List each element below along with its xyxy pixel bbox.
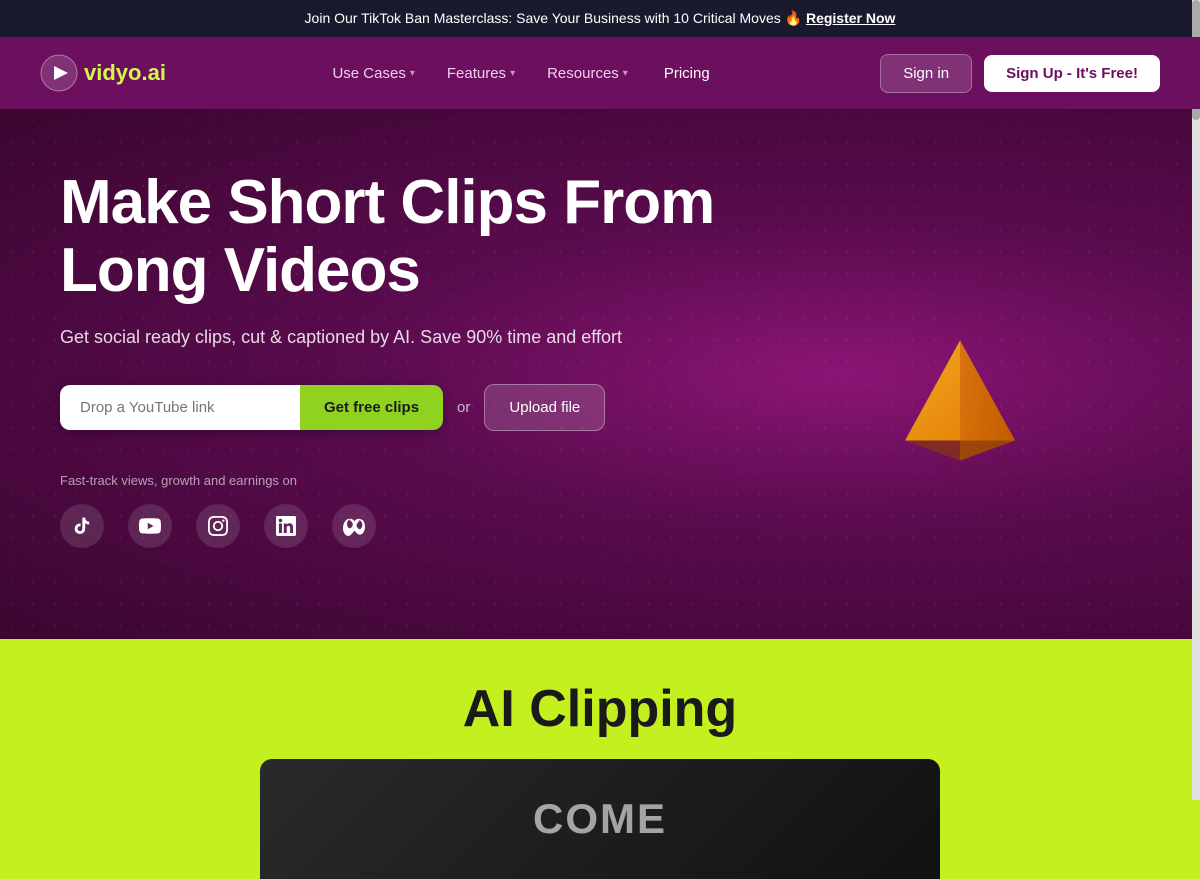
youtube-icon[interactable]: [128, 504, 172, 548]
announcement-bar: Join Our TikTok Ban Masterclass: Save Yo…: [0, 0, 1200, 37]
linkedin-icon[interactable]: [264, 504, 308, 548]
hero-subtitle: Get social ready clips, cut & captioned …: [60, 327, 780, 348]
navbar: vidyo.ai Use Cases ▾ Features ▾ Resource…: [0, 37, 1200, 109]
logo-text: vidyo.ai: [84, 60, 166, 86]
video-preview-text: COME: [533, 795, 667, 843]
logo-icon: [40, 54, 78, 92]
signup-button[interactable]: Sign Up - It's Free!: [984, 55, 1160, 92]
signin-button[interactable]: Sign in: [880, 54, 972, 93]
ai-clipping-section: AI Clipping COME: [0, 639, 1200, 879]
nav-links: Use Cases ▾ Features ▾ Resources ▾ Prici…: [320, 57, 725, 90]
youtube-link-input[interactable]: [60, 385, 300, 430]
announcement-cta[interactable]: Register Now: [806, 10, 895, 26]
get-clips-button[interactable]: Get free clips: [300, 385, 443, 430]
triangle-decoration: [900, 331, 1020, 476]
youtube-input-wrapper: Get free clips: [60, 385, 443, 430]
page-scrollbar[interactable]: [1192, 0, 1200, 800]
nav-resources[interactable]: Resources ▾: [535, 57, 640, 90]
nav-features[interactable]: Features ▾: [435, 57, 527, 90]
hero-title: Make Short Clips From Long Videos: [60, 169, 780, 305]
social-icons: [60, 504, 780, 548]
meta-icon[interactable]: [332, 504, 376, 548]
ai-clipping-title: AI Clipping: [463, 679, 737, 739]
features-chevron-icon: ▾: [510, 68, 515, 79]
cta-row: Get free clips or Upload file: [60, 384, 780, 431]
instagram-icon[interactable]: [196, 504, 240, 548]
ai-video-preview: COME: [260, 759, 940, 879]
upload-file-button[interactable]: Upload file: [484, 384, 605, 431]
fast-track-label: Fast-track views, growth and earnings on: [60, 473, 780, 488]
hero-section: Make Short Clips From Long Videos Get so…: [0, 109, 1200, 639]
announcement-text: Join Our TikTok Ban Masterclass: Save Yo…: [305, 10, 806, 26]
tiktok-icon[interactable]: [60, 504, 104, 548]
nav-actions: Sign in Sign Up - It's Free!: [880, 54, 1160, 93]
nav-use-cases[interactable]: Use Cases ▾: [320, 57, 426, 90]
or-text: or: [457, 399, 470, 416]
logo[interactable]: vidyo.ai: [40, 54, 166, 92]
hero-content: Make Short Clips From Long Videos Get so…: [60, 169, 780, 548]
resources-chevron-icon: ▾: [623, 68, 628, 79]
nav-pricing[interactable]: Pricing: [648, 57, 726, 90]
use-cases-chevron-icon: ▾: [410, 68, 415, 79]
